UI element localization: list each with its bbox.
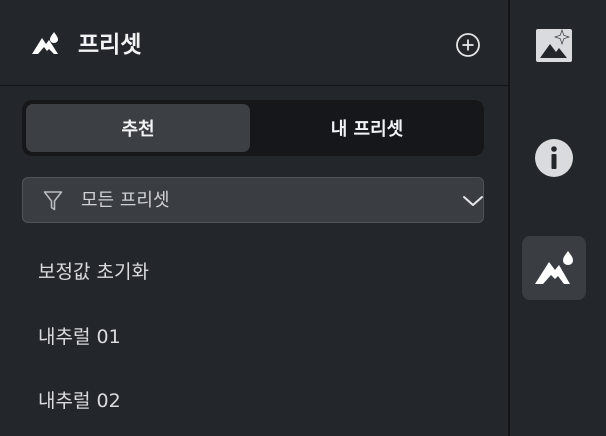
tab-my-presets[interactable]: 내 프리셋 bbox=[254, 104, 480, 152]
filter-selected-value: 모든 프리셋 bbox=[81, 190, 170, 211]
preset-item-reset[interactable]: 보정값 초기화 bbox=[38, 259, 149, 285]
presets-panel: 프리셋 추천 내 프리셋 모든 프리셋 보정값 초기화 내추럴 01 내추럴 0… bbox=[0, 0, 508, 436]
ai-image-sparkle-icon bbox=[536, 29, 572, 62]
chevron-down-icon bbox=[463, 196, 483, 206]
mountain-drop-icon bbox=[535, 251, 573, 284]
preset-item-natural-02[interactable]: 내추럴 02 bbox=[38, 388, 121, 414]
mountain-drop-icon bbox=[32, 32, 58, 54]
plus-circle-icon[interactable] bbox=[455, 32, 481, 58]
preset-filter-dropdown[interactable]: 모든 프리셋 bbox=[22, 177, 484, 223]
ai-image-button[interactable] bbox=[522, 12, 586, 76]
funnel-icon bbox=[43, 191, 63, 211]
presets-button[interactable] bbox=[522, 236, 586, 300]
preset-item-natural-01[interactable]: 내추럴 01 bbox=[38, 324, 121, 350]
preset-tabs: 추천 내 프리셋 bbox=[22, 100, 484, 156]
info-button[interactable] bbox=[522, 124, 586, 188]
info-icon bbox=[535, 139, 573, 177]
panel-header: 프리셋 bbox=[0, 0, 508, 86]
tab-recommended[interactable]: 추천 bbox=[26, 104, 250, 152]
panel-title: 프리셋 bbox=[78, 32, 142, 58]
right-toolbar bbox=[510, 0, 606, 436]
